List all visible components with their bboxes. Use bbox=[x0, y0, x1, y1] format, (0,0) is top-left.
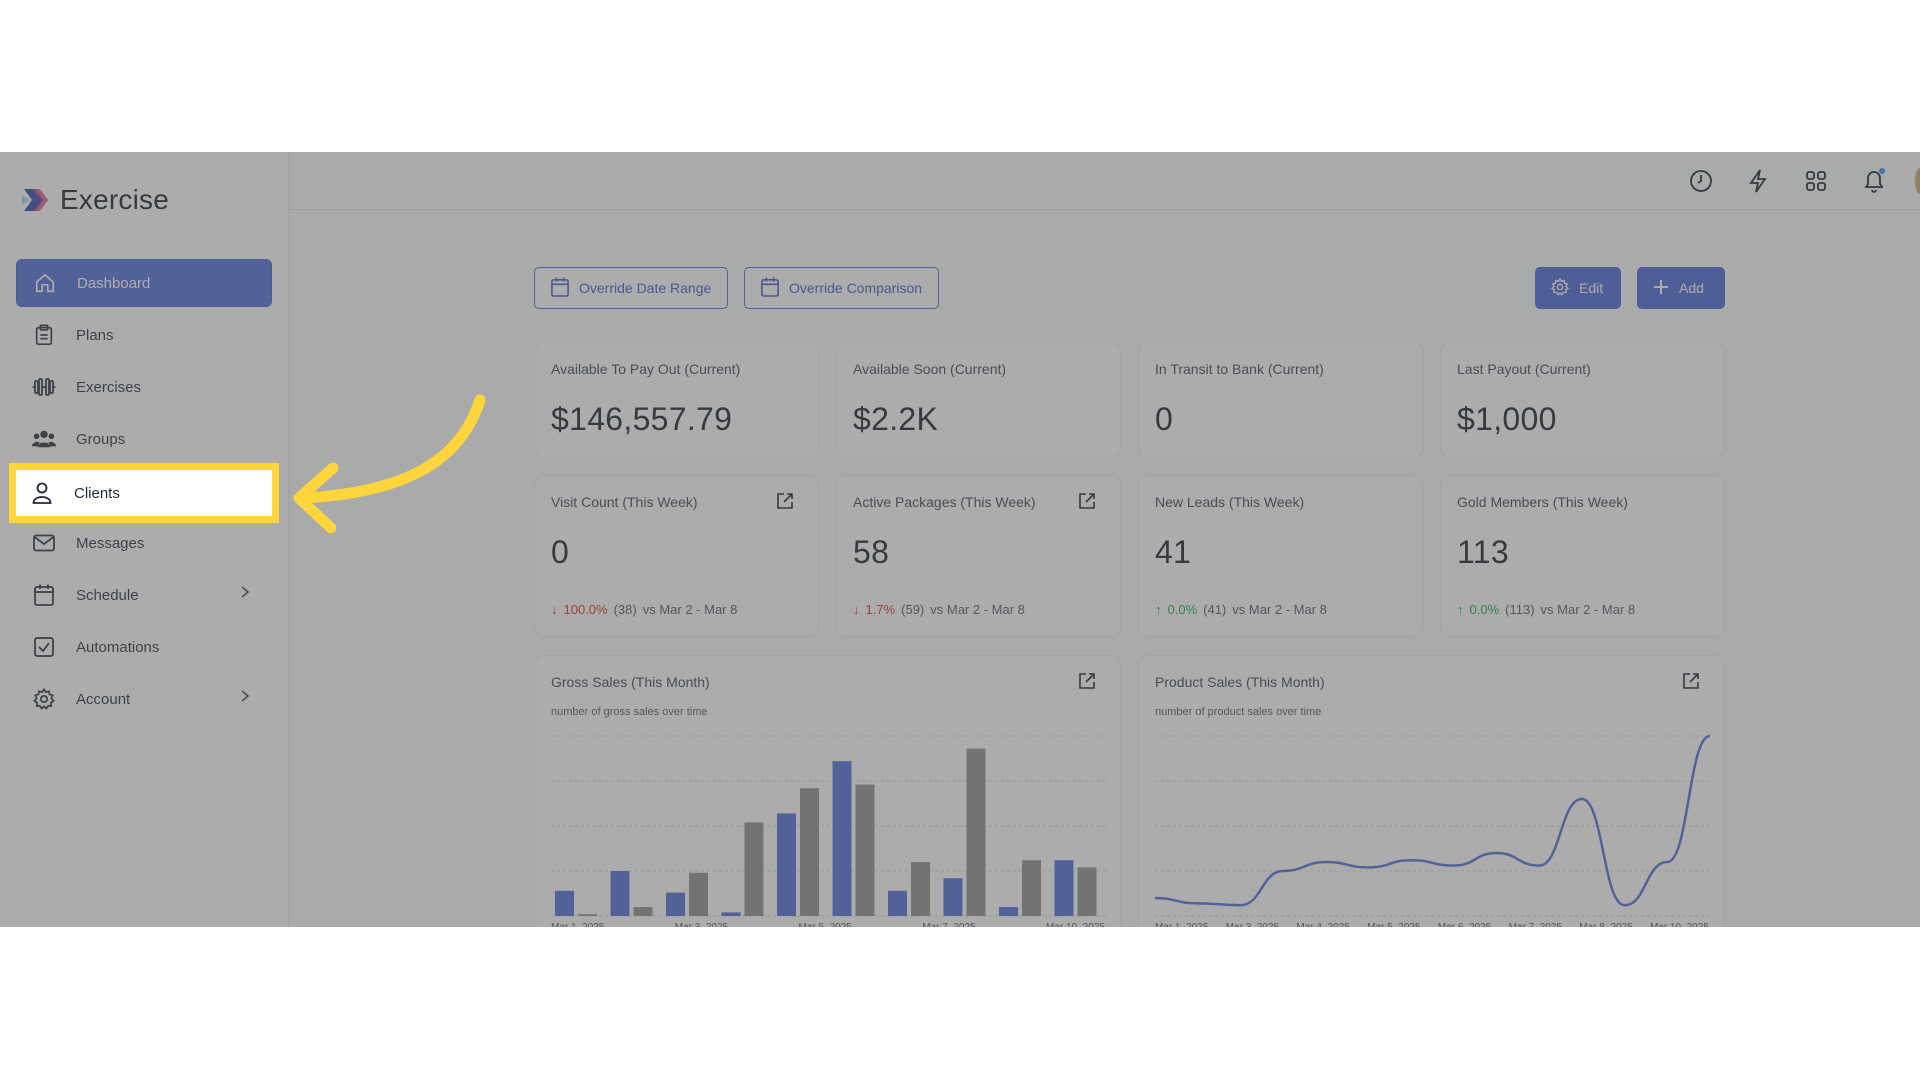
sidebar-item-clients-highlighted[interactable]: Clients bbox=[30, 470, 120, 516]
pointer-arrow-icon bbox=[293, 394, 486, 534]
user-icon bbox=[30, 481, 54, 505]
clients-highlight[interactable]: Clients bbox=[9, 463, 279, 523]
sidebar-item-label: Clients bbox=[74, 484, 120, 502]
app-frame: Exercise Dashboard Plans Exercises Group bbox=[0, 152, 1920, 927]
